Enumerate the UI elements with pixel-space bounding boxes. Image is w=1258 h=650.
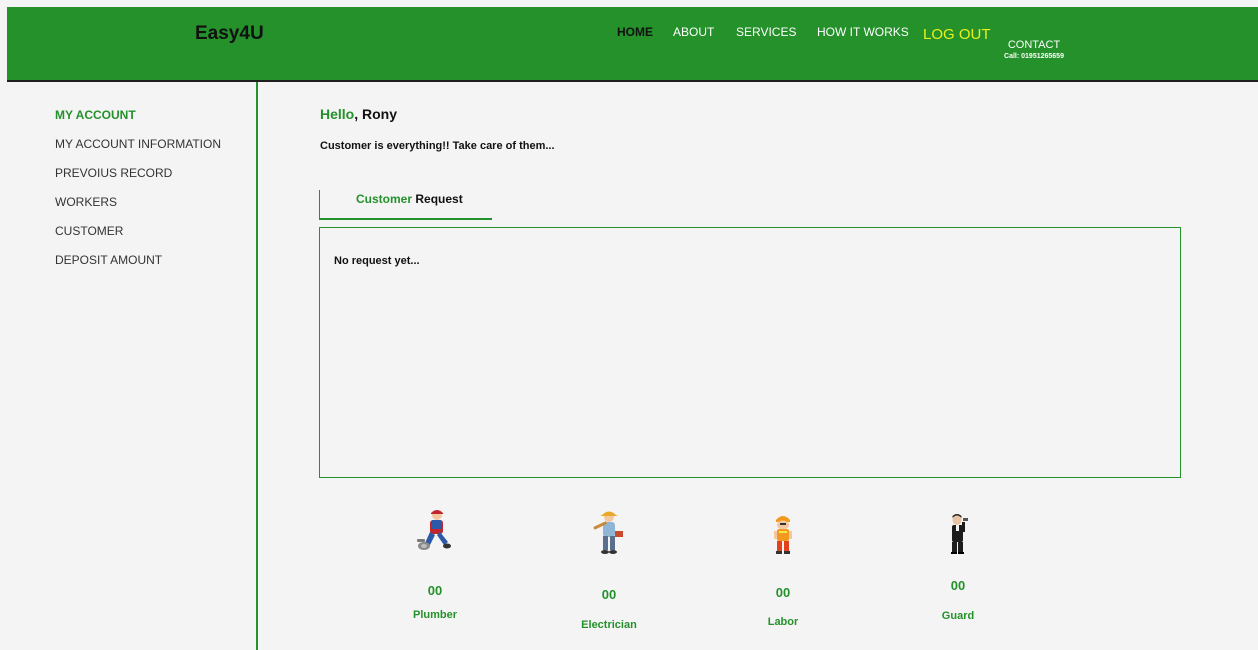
- labor-icon: [774, 516, 792, 554]
- tab-label-customer: Customer: [356, 192, 413, 206]
- labor-count: 00: [775, 585, 791, 600]
- nav-home-link[interactable]: HOME: [617, 25, 653, 39]
- sidebar-item-deposit-amount[interactable]: DEPOSIT AMOUNT: [55, 253, 162, 267]
- tab-label-request: Request: [415, 192, 463, 206]
- contact-block: CONTACT Call: 01951265659: [982, 39, 1086, 60]
- nav-how-it-works-link[interactable]: HOW IT WORKS: [817, 25, 909, 39]
- guard-count: 00: [950, 578, 966, 593]
- nav-contact-link[interactable]: CONTACT: [982, 39, 1086, 51]
- sidebar: MY ACCOUNT MY ACCOUNT INFORMATION PREVOI…: [7, 82, 258, 650]
- greeting-word: Hello: [320, 106, 355, 122]
- contact-phone: Call: 01951265659: [1004, 53, 1064, 60]
- brand-logo[interactable]: Easy4U: [195, 23, 264, 45]
- plumber-icon: [417, 510, 451, 550]
- sidebar-item-my-account-information[interactable]: MY ACCOUNT INFORMATION: [55, 137, 221, 151]
- greeting-heading: Hello, Rony: [320, 106, 398, 122]
- tab-label: Customer Request: [356, 192, 463, 206]
- electrician-label: Electrician: [581, 619, 637, 631]
- tagline-text: Customer is everything!! Take care of th…: [320, 140, 555, 152]
- plumber-label: Plumber: [412, 609, 457, 621]
- logout-link[interactable]: LOG OUT: [923, 26, 991, 43]
- sidebar-item-my-account[interactable]: MY ACCOUNT: [55, 108, 136, 122]
- app-frame: Easy4U HOME ABOUT SERVICES HOW IT WORKS …: [7, 7, 1258, 650]
- plumber-count: 00: [427, 583, 443, 598]
- electrician-icon: [593, 511, 623, 554]
- electrician-count: 00: [601, 587, 617, 602]
- customer-request-panel: No request yet...: [319, 227, 1181, 478]
- sidebar-item-customer[interactable]: CUSTOMER: [55, 224, 123, 238]
- guard-icon: [951, 514, 968, 554]
- top-navbar: Easy4U HOME ABOUT SERVICES HOW IT WORKS …: [7, 7, 1258, 82]
- tab-customer-request[interactable]: Customer Request: [319, 190, 492, 220]
- nav-about-link[interactable]: ABOUT: [673, 25, 714, 39]
- guard-label: Guard: [941, 610, 975, 622]
- sidebar-item-previous-record[interactable]: PREVOIUS RECORD: [55, 166, 172, 180]
- user-name: Rony: [362, 106, 398, 122]
- empty-request-message: No request yet...: [334, 255, 420, 267]
- sidebar-item-workers[interactable]: WORKERS: [55, 195, 117, 209]
- labor-label: Labor: [767, 616, 799, 628]
- nav-services-link[interactable]: SERVICES: [736, 25, 796, 39]
